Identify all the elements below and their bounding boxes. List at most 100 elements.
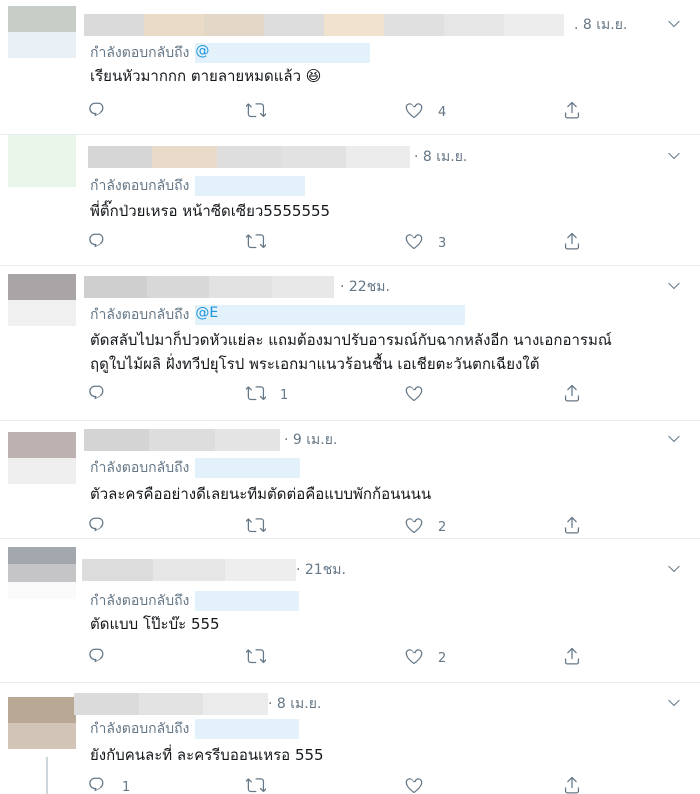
retweet-button[interactable] bbox=[244, 100, 267, 124]
like-icon bbox=[404, 775, 424, 794]
mention-link-redacted[interactable]: @ bbox=[195, 43, 371, 63]
retweet-button[interactable] bbox=[244, 515, 267, 539]
replying-to-line: กำลังตอบกลับถึง bbox=[90, 718, 300, 740]
replying-to-line: กำลังตอบกลับถึง bbox=[90, 457, 301, 479]
share-button[interactable] bbox=[562, 515, 582, 539]
like-count: 2 bbox=[438, 650, 447, 666]
chevron-down-icon[interactable] bbox=[666, 561, 682, 577]
name-blur-block bbox=[281, 146, 346, 168]
share-button[interactable] bbox=[562, 231, 582, 255]
chevron-down-icon[interactable] bbox=[666, 695, 682, 711]
author-name-redacted[interactable] bbox=[84, 14, 564, 36]
tweet-actions: 1 bbox=[88, 383, 588, 407]
replying-to-label: กำลังตอบกลับถึง bbox=[90, 460, 190, 476]
like-button[interactable] bbox=[404, 383, 424, 407]
share-button[interactable] bbox=[562, 383, 582, 407]
mention-link-redacted[interactable]: @E bbox=[195, 305, 466, 325]
tweet-actions: 3 bbox=[88, 231, 588, 255]
retweet-button[interactable]: 1 bbox=[244, 383, 288, 407]
mention-link-redacted[interactable] bbox=[195, 719, 300, 739]
like-icon bbox=[404, 515, 424, 539]
reply-button[interactable] bbox=[88, 100, 108, 124]
reply-tweet[interactable]: . 8 เม.ย. กำลังตอบกลับถึง @ เรียนหัวมากกก ต… bbox=[0, 0, 700, 135]
share-button[interactable] bbox=[562, 100, 582, 124]
reply-button[interactable] bbox=[88, 646, 108, 670]
replying-to-line: กำลังตอบกลับถึง @ bbox=[90, 42, 371, 64]
name-blur-block bbox=[504, 14, 564, 36]
replying-to-label: กำลังตอบกลับถึง bbox=[90, 307, 190, 323]
tweet-timestamp[interactable]: · 22ชม. bbox=[340, 276, 390, 298]
share-button[interactable] bbox=[562, 646, 582, 670]
tweet-text-line: ตัดสลับไปมาก็ปวดหัวแย่ละ แถมต้องมาปรับอา… bbox=[90, 331, 612, 349]
mention-text: @ bbox=[195, 43, 210, 59]
tweet-timestamp[interactable]: · 21ชม. bbox=[296, 559, 346, 581]
reply-tweet[interactable]: · 8 เม.ย. กำลังตอบกลับถึง พี่ติ๊กป่วยเหรอ … bbox=[0, 135, 700, 266]
like-icon bbox=[404, 383, 424, 407]
chevron-down-icon[interactable] bbox=[666, 148, 682, 164]
reply-button[interactable] bbox=[88, 383, 108, 407]
like-button[interactable]: 4 bbox=[404, 100, 446, 124]
like-button[interactable]: 3 bbox=[404, 231, 446, 255]
mention-link-redacted[interactable] bbox=[195, 591, 300, 611]
tweet-timestamp[interactable]: · 8 เม.ย. bbox=[268, 693, 321, 715]
tweet-text-line: ฤดูใบไม้ผลิ ฝั่งทวีปยุโรป พระเอกมาแนวร้อ… bbox=[90, 355, 540, 373]
reply-feed: . 8 เม.ย. กำลังตอบกลับถึง @ เรียนหัวมากกก ต… bbox=[0, 0, 700, 794]
name-blur-block bbox=[144, 14, 204, 36]
reply-icon bbox=[88, 775, 108, 794]
name-blur-block bbox=[203, 693, 269, 715]
replying-to-label: กำลังตอบกลับถึง bbox=[90, 45, 190, 61]
chevron-down-icon[interactable] bbox=[666, 16, 682, 32]
reply-tweet[interactable]: · 22ชม. กำลังตอบกลับถึง @E ตัดสลับไปมาก็ปวด… bbox=[0, 266, 700, 421]
chevron-down-icon[interactable] bbox=[666, 431, 682, 447]
share-icon bbox=[562, 100, 582, 124]
retweet-icon bbox=[244, 231, 267, 255]
retweet-button[interactable] bbox=[244, 775, 267, 794]
author-name-redacted[interactable] bbox=[82, 559, 296, 581]
name-blur-block bbox=[224, 559, 296, 581]
like-icon bbox=[404, 100, 424, 124]
retweet-icon bbox=[244, 383, 267, 407]
tweet-timestamp[interactable]: · 9 เม.ย. bbox=[284, 429, 337, 451]
tweet-text-line: ยังกับคนละที่ ละครรีบออนเหรอ 555 bbox=[90, 746, 324, 764]
name-blur-block bbox=[271, 276, 334, 298]
tweet-timestamp[interactable]: . 8 เม.ย. bbox=[574, 14, 627, 36]
tweet-text-line: เรียนหัวมากกก ตายลายหมดแล้ว 😆 bbox=[90, 67, 322, 85]
share-button[interactable] bbox=[562, 775, 582, 794]
author-name-redacted[interactable] bbox=[84, 429, 280, 451]
chevron-down-icon[interactable] bbox=[666, 278, 682, 294]
retweet-button[interactable] bbox=[244, 231, 267, 255]
reply-count: 1 bbox=[122, 779, 131, 794]
name-blur-block bbox=[84, 429, 150, 451]
share-icon bbox=[562, 383, 582, 407]
reply-button[interactable] bbox=[88, 515, 108, 539]
tweet-text: ตัดสลับไปมาก็ปวดหัวแย่ละ แถมต้องมาปรับอา… bbox=[90, 328, 685, 376]
reply-tweet[interactable]: · 8 เม.ย. กำลังตอบกลับถึงยังกับคนละที่ ละ… bbox=[0, 683, 700, 794]
like-count: 2 bbox=[438, 519, 447, 535]
name-blur-block bbox=[84, 276, 147, 298]
like-button[interactable]: 2 bbox=[404, 515, 446, 539]
reply-tweet[interactable]: · 9 เม.ย. กำลังตอบกลับถึงตัวละครคืออย่างด… bbox=[0, 421, 700, 539]
name-blur-block bbox=[146, 276, 209, 298]
name-blur-block bbox=[204, 14, 264, 36]
author-name-redacted[interactable] bbox=[88, 146, 411, 168]
replying-to-line: กำลังตอบกลับถึง bbox=[90, 590, 300, 612]
mention-link-redacted[interactable] bbox=[195, 458, 301, 478]
reply-tweet[interactable]: · 21ชม. กำลังตอบกลับถึง ตัดแบบ โป๊ะบ๊ะ 555… bbox=[0, 539, 700, 683]
author-name-redacted[interactable] bbox=[84, 276, 334, 298]
share-icon bbox=[562, 775, 582, 794]
reply-button[interactable] bbox=[88, 231, 108, 255]
reply-button[interactable]: 1 bbox=[88, 775, 130, 794]
name-blur-block bbox=[82, 559, 154, 581]
reply-icon bbox=[88, 231, 108, 255]
like-button[interactable] bbox=[404, 775, 424, 794]
like-button[interactable]: 2 bbox=[404, 646, 446, 670]
author-name-redacted[interactable] bbox=[74, 693, 269, 715]
tweet-text: เรียนหัวมากกก ตายลายหมดแล้ว 😆 bbox=[90, 64, 685, 88]
reply-icon bbox=[88, 646, 108, 670]
like-icon bbox=[404, 231, 424, 255]
tweet-timestamp[interactable]: · 8 เม.ย. bbox=[414, 146, 467, 168]
name-blur-block bbox=[209, 276, 272, 298]
retweet-button[interactable] bbox=[244, 646, 267, 670]
mention-link-redacted[interactable] bbox=[195, 176, 306, 196]
tweet-text-line: ตัวละครคืออย่างดีเลยนะทีมตัดต่อคือแบบพัก… bbox=[90, 485, 432, 503]
